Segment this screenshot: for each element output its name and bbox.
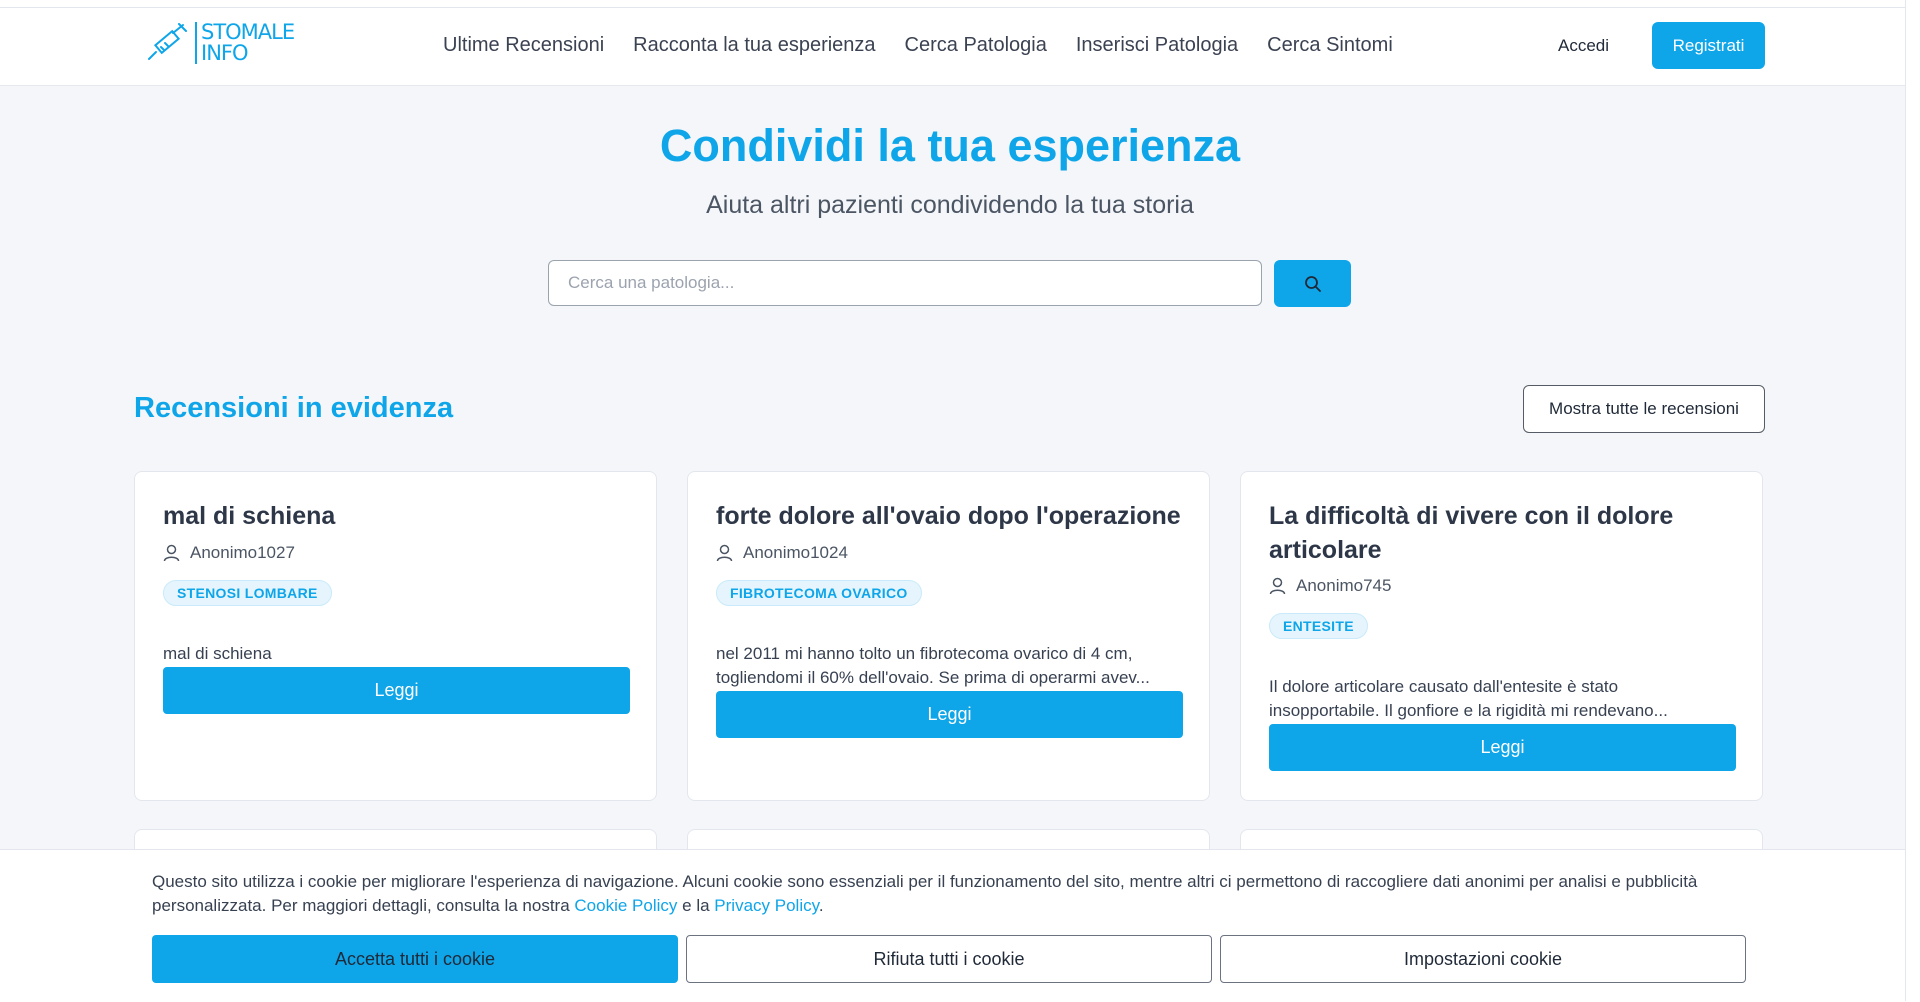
search-icon — [1304, 275, 1321, 292]
cookie-banner: Questo sito utilizza i cookie per miglio… — [0, 849, 1920, 1002]
hero-title: Condividi la tua esperienza — [659, 120, 1241, 171]
review-title[interactable]: La difficoltà di vivere con il dolore ar… — [1269, 499, 1739, 567]
review-author: Anonimo1027 — [163, 543, 295, 563]
main-nav: Ultime Recensioni Racconta la tua esperi… — [443, 34, 1393, 57]
cookie-period: . — [818, 896, 824, 915]
syringe-icon — [148, 23, 187, 60]
read-button[interactable]: Leggi — [163, 667, 630, 714]
logo-line-1: STOMALE — [201, 20, 295, 44]
author-name: Anonimo745 — [1296, 576, 1392, 595]
excerpt-line: nel 2011 mi hanno tolto un fibrotecoma o… — [716, 644, 1133, 663]
search-input[interactable]: Cerca una patologia... — [548, 260, 1262, 306]
user-icon — [716, 544, 733, 562]
review-card: mal di schiena Anonimo1027 STENOSI LOMBA… — [134, 471, 657, 801]
pathology-badge[interactable]: STENOSI LOMBARE — [163, 580, 332, 606]
search-button[interactable] — [1274, 260, 1351, 307]
review-excerpt: Il dolore articolare causato dall'entesi… — [1269, 675, 1737, 723]
review-title[interactable]: forte dolore all'ovaio dopo l'operazione — [716, 499, 1186, 533]
cookie-text: Questo sito utilizza i cookie per miglio… — [152, 872, 1698, 915]
nav-cerca-sintomi[interactable]: Cerca Sintomi — [1267, 34, 1393, 57]
review-excerpt: nel 2011 mi hanno tolto un fibrotecoma o… — [716, 642, 1184, 690]
pathology-badge[interactable]: ENTESITE — [1269, 613, 1368, 639]
cookie-and-text: e la — [682, 896, 710, 915]
logo-line-2: INFO — [201, 41, 249, 65]
site-header: STOMALE INFO Ultime Recensioni Racconta … — [0, 8, 1920, 86]
nav-ultime-recensioni[interactable]: Ultime Recensioni — [443, 34, 604, 57]
review-card: La difficoltà di vivere con il dolore ar… — [1240, 471, 1763, 801]
review-title[interactable]: mal di schiena — [163, 499, 633, 533]
user-icon — [1269, 577, 1286, 595]
review-card: forte dolore all'ovaio dopo l'operazione… — [687, 471, 1210, 801]
reject-cookies-button[interactable]: Rifiuta tutti i cookie — [686, 935, 1212, 983]
site-logo[interactable]: STOMALE INFO — [145, 20, 295, 65]
excerpt-line: mal di schiena — [163, 644, 272, 663]
review-author: Anonimo745 — [1269, 576, 1391, 596]
cookie-message: Questo sito utilizza i cookie per miglio… — [152, 870, 1722, 918]
user-icon — [163, 544, 180, 562]
register-button[interactable]: Registrati — [1652, 22, 1765, 69]
accept-cookies-button[interactable]: Accetta tutti i cookie — [152, 935, 678, 983]
cookie-settings-button[interactable]: Impostazioni cookie — [1220, 935, 1746, 983]
excerpt-line: Il dolore articolare causato dall'entesi… — [1269, 677, 1619, 696]
pathology-badge[interactable]: FIBROTECOMA OVARICO — [716, 580, 922, 606]
logo-wordmark: STOMALE INFO — [195, 20, 295, 65]
review-excerpt: mal di schiena — [163, 642, 631, 666]
author-name: Anonimo1027 — [190, 543, 295, 562]
nav-cerca-patologia[interactable]: Cerca Patologia — [905, 34, 1047, 57]
hero-subtitle: Aiuta altri pazienti condividendo la tua… — [706, 191, 1194, 219]
featured-section-title: Recensioni in evidenza — [134, 392, 454, 424]
cookie-policy-link[interactable]: Cookie Policy — [574, 896, 677, 915]
login-link[interactable]: Accedi — [1558, 36, 1609, 56]
privacy-policy-link[interactable]: Privacy Policy — [714, 896, 819, 915]
nav-inserisci-patologia[interactable]: Inserisci Patologia — [1076, 34, 1238, 57]
page-scrollbar[interactable] — [1905, 0, 1920, 1001]
excerpt-line: togliendomi il 60% dell'ovaio. Se prima … — [716, 668, 1150, 687]
excerpt-line: insopportabile. Il gonfiore e la rigidit… — [1269, 701, 1668, 720]
read-button[interactable]: Leggi — [1269, 724, 1736, 771]
review-author: Anonimo1024 — [716, 543, 848, 563]
show-all-reviews-button[interactable]: Mostra tutte le recensioni — [1523, 385, 1765, 433]
nav-racconta-esperienza[interactable]: Racconta la tua esperienza — [633, 34, 875, 57]
top-strip — [0, 0, 1920, 8]
author-name: Anonimo1024 — [743, 543, 848, 562]
read-button[interactable]: Leggi — [716, 691, 1183, 738]
